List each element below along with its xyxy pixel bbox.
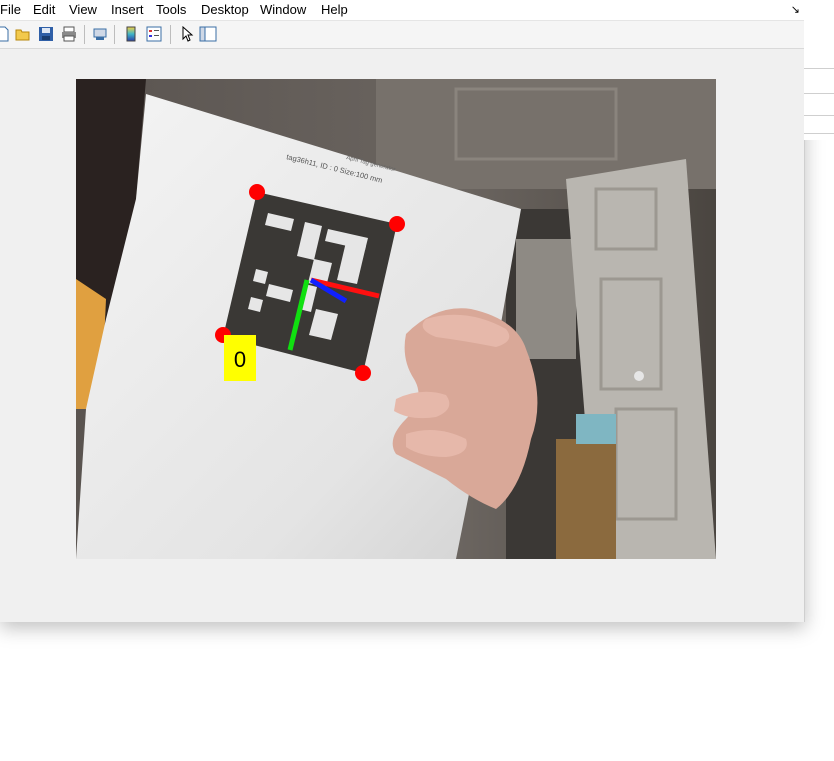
toolbar-separator: [170, 25, 171, 44]
camera-frame-image: April Tag generator tag36h11, ID : 0 Siz…: [76, 79, 716, 559]
print-icon[interactable]: [60, 25, 78, 43]
edit-plot-pointer-icon[interactable]: [178, 25, 196, 43]
tag-corner-marker: [389, 216, 405, 232]
toolbar-separator: [114, 25, 115, 44]
divider: [804, 68, 834, 69]
restore-arrow-icon[interactable]: ↘: [791, 3, 800, 16]
toolbar-separator: [84, 25, 85, 44]
menu-desktop[interactable]: Desktop: [201, 2, 249, 17]
image-axes[interactable]: April Tag generator tag36h11, ID : 0 Siz…: [76, 79, 716, 559]
menu-file[interactable]: File: [0, 2, 21, 17]
menu-window[interactable]: Window: [260, 2, 306, 17]
tag-corner-marker: [355, 365, 371, 381]
insert-legend-icon[interactable]: [145, 25, 163, 43]
tag-id-label: 0: [234, 347, 246, 372]
menu-view[interactable]: View: [69, 2, 97, 17]
menu-bar: File Edit View Insert Tools Desktop Wind…: [0, 0, 804, 21]
show-plot-tools-icon[interactable]: [199, 25, 217, 43]
menu-edit[interactable]: Edit: [33, 2, 55, 17]
insert-colorbar-icon[interactable]: [122, 25, 140, 43]
background-window-edge: [804, 0, 834, 140]
figure-window: File Edit View Insert Tools Desktop Wind…: [0, 0, 805, 622]
divider: [804, 133, 834, 134]
menu-insert[interactable]: Insert: [111, 2, 144, 17]
menu-help[interactable]: Help: [321, 2, 348, 17]
open-file-icon[interactable]: [14, 25, 32, 43]
link-plot-icon[interactable]: [91, 25, 109, 43]
menu-tools[interactable]: Tools: [156, 2, 186, 17]
divider: [804, 115, 834, 116]
tag-corner-marker: [249, 184, 265, 200]
new-figure-icon[interactable]: [0, 25, 12, 43]
divider: [804, 93, 834, 94]
figure-toolbar: [0, 21, 804, 49]
save-icon[interactable]: [37, 25, 55, 43]
